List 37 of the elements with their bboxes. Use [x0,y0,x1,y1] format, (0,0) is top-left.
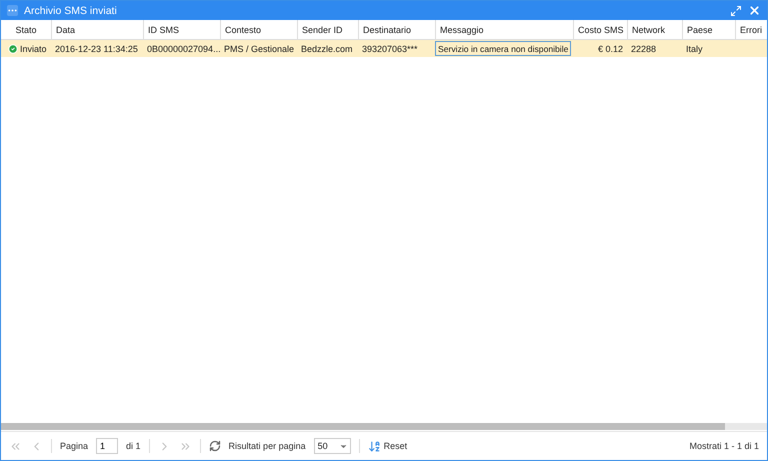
table-cell-text: 393207063*** [361,42,419,56]
column-header[interactable]: Destinatario [358,20,435,39]
reset-button[interactable]: Reset [368,440,408,452]
table-cell-text: 22288 [630,42,658,56]
per-page-select[interactable]: 50 [314,438,351,454]
per-page-label: Risultati per pagina [228,441,306,451]
column-header[interactable]: Contesto [220,20,297,39]
column-header[interactable]: Errori [735,20,767,39]
table-cell-text: Bedzzle.com [300,42,354,56]
column-header[interactable]: Data [51,20,143,39]
column-header[interactable]: Sender ID [297,20,358,39]
table-cell-text: 0B00000027094... [146,42,220,56]
table-cell: Servizio in camera non disponibile [435,41,571,56]
table-cell-text: € 0.12 [596,42,624,56]
column-header[interactable]: Paese [682,20,735,39]
table-cell-text: PMS / Gestionale [223,42,296,56]
column-header[interactable]: Stato [1,20,51,39]
column-header[interactable]: ID SMS [143,20,220,39]
page-count: di 1 [126,441,141,451]
page-label: Pagina [60,441,88,451]
maximize-icon[interactable] [730,4,742,16]
table-cell-text: 2016-12-23 11:34:25 [54,42,139,56]
table-cell-text: Italy [685,42,704,56]
sort-icon [368,440,381,452]
menu-icon[interactable] [7,5,18,16]
page-input[interactable]: 1 [96,438,118,454]
table-row[interactable]: Inviato 2016-12-23 11:34:25 0B00000027094... PMS / Gestionale Bedzzle.com 393207063*** Servizio in camera non disponibile € 0.12 22288 Italy [1,40,767,57]
table-cell: Inviato [20,44,47,54]
column-header[interactable]: Costo SMS [573,20,627,39]
horizontal-scrollbar[interactable] [1,423,767,430]
window-title: Archivio SMS inviati [24,4,118,16]
refresh-icon[interactable] [208,440,221,452]
column-header[interactable]: Network [627,20,682,39]
check-icon [8,44,18,54]
results-summary: Mostrati 1 - 1 di 1 [689,441,759,451]
close-icon[interactable] [748,4,761,17]
column-header[interactable]: Messaggio [435,20,573,39]
